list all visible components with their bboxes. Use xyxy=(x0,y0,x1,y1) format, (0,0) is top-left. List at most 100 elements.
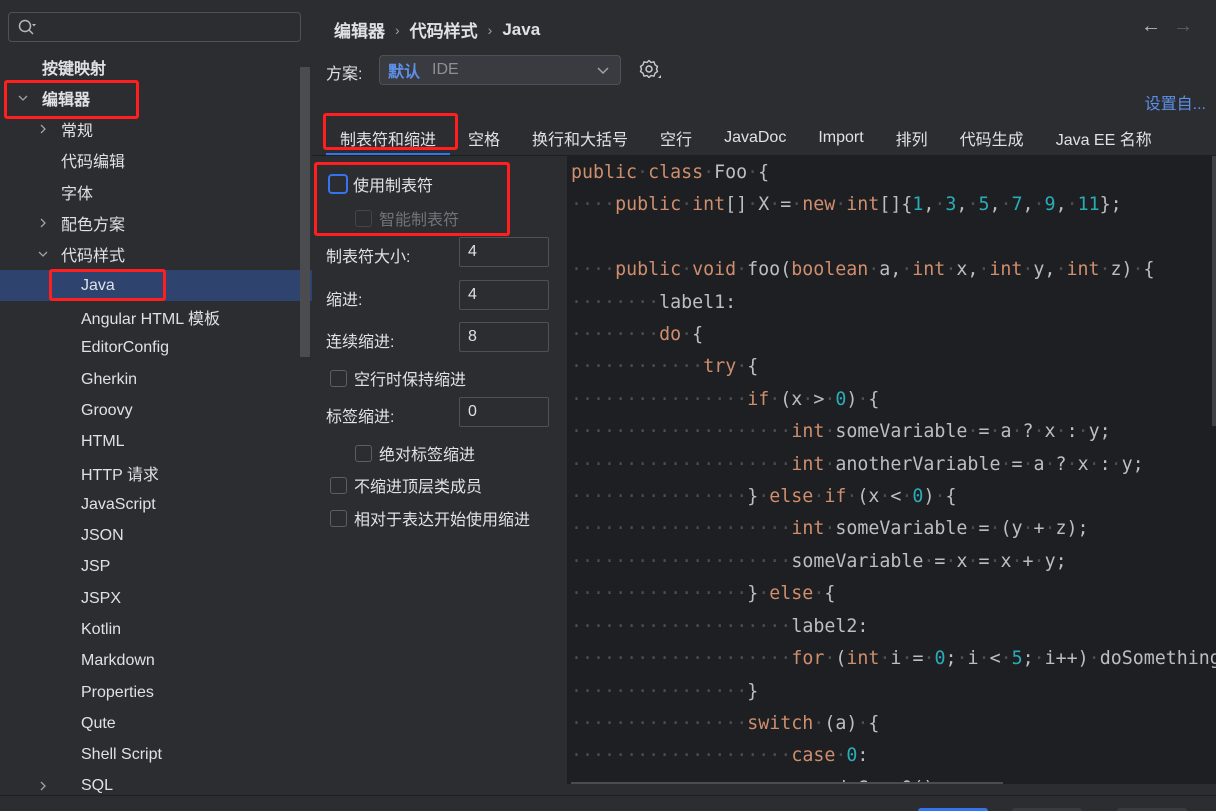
tab[interactable]: Java EE 名称 xyxy=(1040,120,1168,156)
no-indent-top-level-row[interactable]: 不缩进顶层类成员 xyxy=(330,473,482,497)
settings-sidebar: 按键映射编辑器常规代码编辑字体配色方案代码样式 Java Angular HTML … xyxy=(0,0,312,811)
sidebar-item-label: 编辑器 xyxy=(42,91,91,109)
sidebar-item-label: EditorConfig xyxy=(81,339,170,357)
sidebar-item[interactable]: 代码编辑 xyxy=(0,145,312,176)
sidebar-item-label: JSON xyxy=(81,527,124,544)
absolute-label-indent-label: 绝对标签缩进 xyxy=(379,447,476,464)
sidebar-item-label: 代码样式 xyxy=(61,248,126,266)
sidebar-item-label: Properties xyxy=(81,683,154,701)
continuation-indent-label: 连续缩进: xyxy=(326,334,395,351)
sidebar-item[interactable]: Kotlin xyxy=(0,614,312,645)
chevron-right-icon[interactable] xyxy=(36,216,50,230)
back-arrow-icon[interactable]: ← xyxy=(1140,14,1162,38)
sidebar-item[interactable]: 编辑器 xyxy=(0,82,312,113)
sidebar-item-label: JSP xyxy=(81,558,111,576)
indent-relative-expr-label: 相对于表达开始使用缩进 xyxy=(354,512,531,529)
indent-relative-expr-checkbox[interactable] xyxy=(330,509,347,527)
sidebar-item-label: 配色方案 xyxy=(61,217,126,234)
sidebar-item-label: HTML xyxy=(81,433,125,451)
sidebar-item-label: 常规 xyxy=(61,123,94,141)
gear-icon[interactable] xyxy=(638,58,662,82)
sidebar-item-label: Angular HTML 模板 xyxy=(81,310,221,328)
label-indent-label: 标签缩进: xyxy=(326,409,395,426)
breadcrumb-item[interactable]: 代码样式 xyxy=(410,17,478,42)
sidebar-item-label: 字体 xyxy=(61,185,94,203)
code-vertical-scrollbar[interactable] xyxy=(1212,156,1216,426)
absolute-label-indent-row[interactable]: 绝对标签缩进 xyxy=(355,441,475,465)
code-preview-text: public·class·Foo·{ ····public·int[]·X·=·… xyxy=(571,162,1216,784)
indent-relative-expr-row[interactable]: 相对于表达开始使用缩进 xyxy=(330,506,530,530)
sidebar-item[interactable]: HTML xyxy=(0,427,312,458)
indent-label: 缩进: xyxy=(326,292,363,309)
chevron-right-icon[interactable] xyxy=(36,122,50,136)
tab[interactable]: 代码生成 xyxy=(944,120,1040,156)
label-indent-input[interactable] xyxy=(459,397,549,427)
sidebar-item-label: Gherkin xyxy=(81,370,138,388)
sidebar-item[interactable]: JSP xyxy=(0,552,312,583)
smart-tabs-checkbox xyxy=(355,209,372,227)
use-tab-checkbox[interactable] xyxy=(328,174,348,194)
sidebar-item[interactable]: 按键映射 xyxy=(0,51,312,82)
absolute-label-indent-checkbox[interactable] xyxy=(355,444,372,462)
search-input[interactable] xyxy=(43,16,294,38)
sidebar-item-label: Shell Script xyxy=(81,746,162,764)
tab[interactable]: JavaDoc xyxy=(708,120,802,156)
scheme-dropdown[interactable]: 默认 IDE xyxy=(379,55,621,85)
scheme-label: 方案: xyxy=(326,66,363,83)
options-panel: 使用制表符 智能制表符 制表符大小: 缩进: 连续缩进: 空行时保持缩进 标签缩… xyxy=(312,156,567,811)
chevron-down-icon[interactable] xyxy=(36,247,50,261)
sidebar-item[interactable]: 常规 xyxy=(0,114,312,145)
sidebar-item[interactable]: Properties xyxy=(0,677,312,708)
indent-input[interactable] xyxy=(459,280,549,310)
tab[interactable]: 换行和大括号 xyxy=(516,120,644,156)
sidebar-item[interactable]: Markdown xyxy=(0,646,312,677)
set-from-link[interactable]: 设置自... xyxy=(1145,90,1206,114)
code-horizontal-scrollbar[interactable] xyxy=(571,782,1003,784)
chevron-right-icon[interactable] xyxy=(36,779,50,793)
breadcrumb-item[interactable]: 编辑器 xyxy=(334,17,385,42)
sidebar-scrollbar[interactable] xyxy=(300,67,310,357)
keep-indents-empty-row[interactable]: 空行时保持缩进 xyxy=(330,366,466,390)
sidebar-item[interactable]: JSON xyxy=(0,521,312,552)
sidebar-item[interactable]: 字体 xyxy=(0,176,312,207)
tab[interactable]: 空行 xyxy=(644,120,708,156)
sidebar-item[interactable]: HTTP 请求 xyxy=(0,458,312,489)
continuation-indent-input[interactable] xyxy=(459,322,549,352)
sidebar-item[interactable]: JavaScript xyxy=(0,489,312,520)
chevron-down-icon[interactable] xyxy=(16,91,30,105)
tab[interactable]: Import xyxy=(802,120,879,156)
settings-search-field[interactable] xyxy=(8,12,301,42)
scheme-value: 默认 xyxy=(388,64,421,81)
forward-arrow-icon[interactable]: → xyxy=(1172,14,1194,38)
sidebar-item[interactable]: Gherkin xyxy=(0,364,312,395)
dialog-footer xyxy=(0,795,1216,811)
sidebar-item-label: 按键映射 xyxy=(42,60,107,78)
sidebar-item-label: HTTP 请求 xyxy=(81,467,159,485)
smart-tabs-label: 智能制表符 xyxy=(379,212,460,229)
tab[interactable]: 空格 xyxy=(452,120,516,156)
breadcrumb-separator: › xyxy=(487,21,493,38)
no-indent-top-level-checkbox[interactable] xyxy=(330,476,347,494)
sidebar-item[interactable]: JSPX xyxy=(0,583,312,614)
tab[interactable]: 排列 xyxy=(880,120,944,156)
sidebar-item[interactable]: Java xyxy=(0,270,312,302)
sidebar-item[interactable]: Groovy xyxy=(0,395,312,426)
tab[interactable]: 制表符和缩进 xyxy=(324,120,452,156)
sidebar-item-label: Groovy xyxy=(81,401,133,419)
sidebar-item[interactable]: Shell Script xyxy=(0,740,312,771)
tab-size-input[interactable] xyxy=(459,237,549,267)
sidebar-item[interactable]: 代码样式 xyxy=(0,239,312,270)
sidebar-item[interactable]: 配色方案 xyxy=(0,208,312,239)
sidebar-item[interactable]: EditorConfig xyxy=(0,333,312,364)
sidebar-item-label: Kotlin xyxy=(81,620,122,638)
keep-indents-empty-checkbox[interactable] xyxy=(330,369,347,387)
use-tab-checkbox-row[interactable]: 使用制表符 xyxy=(328,172,433,196)
breadcrumb: 编辑器 › 代码样式 › Java xyxy=(334,17,540,42)
sidebar-item-label: Qute xyxy=(81,714,116,732)
sidebar-item-label: JavaScript xyxy=(81,495,156,513)
no-indent-top-level-label: 不缩进顶层类成员 xyxy=(354,479,483,496)
sidebar-item[interactable]: Qute xyxy=(0,708,312,739)
sidebar-item[interactable]: Angular HTML 模板 xyxy=(0,301,312,332)
tab-size-label: 制表符大小: xyxy=(326,249,411,266)
breadcrumb-separator: › xyxy=(395,21,400,38)
